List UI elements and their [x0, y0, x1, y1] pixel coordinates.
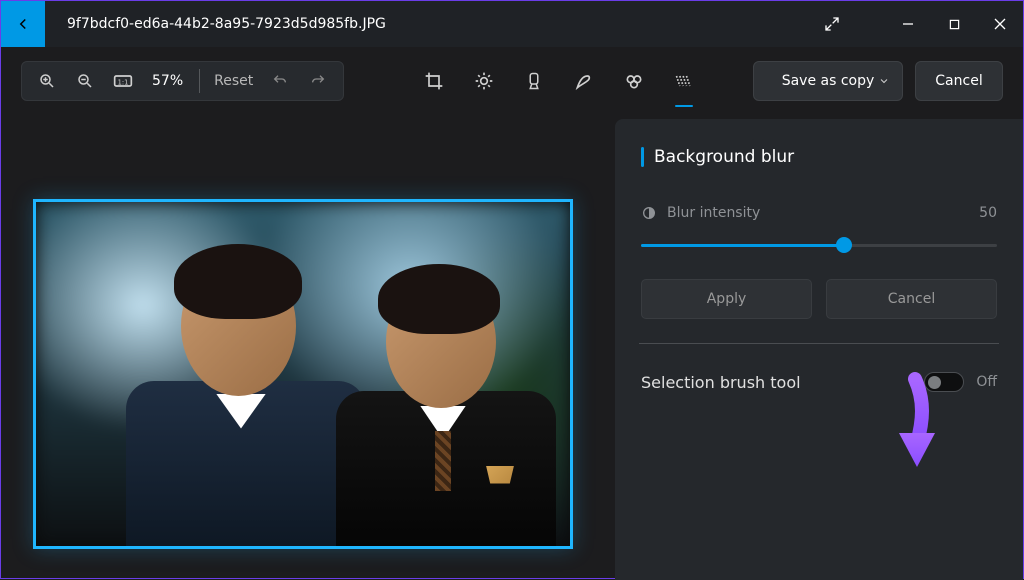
slider-thumb[interactable]: [836, 237, 852, 253]
filter-icon: [525, 71, 543, 91]
divider: [199, 69, 200, 93]
close-button[interactable]: [977, 1, 1023, 47]
background-blur-icon: [674, 71, 694, 91]
slider-fill: [641, 244, 844, 247]
file-name: 9f7bdcf0-ed6a-44b2-8a95-7923d5d985fb.JPG: [67, 16, 809, 32]
toggle-knob: [928, 376, 941, 389]
zoom-group: 1:1 57% Reset: [21, 61, 344, 101]
maximize-button[interactable]: [931, 1, 977, 47]
toolbar: 1:1 57% Reset Save as: [1, 47, 1023, 119]
cancel-button[interactable]: Cancel: [915, 61, 1003, 101]
fit-icon: 1:1: [113, 74, 133, 88]
zoom-percentage[interactable]: 57%: [142, 73, 193, 89]
blur-action-buttons: Apply Cancel: [641, 279, 997, 319]
image-subject: [126, 246, 366, 546]
retouch-icon: [624, 71, 644, 91]
adjust-tool[interactable]: [464, 61, 504, 101]
zoom-out-button[interactable]: [66, 61, 104, 101]
minimize-button[interactable]: [885, 1, 931, 47]
adjust-icon: [474, 71, 494, 91]
reset-button[interactable]: Reset: [206, 73, 261, 89]
fullscreen-button[interactable]: [809, 1, 855, 47]
canvas-area: [33, 119, 615, 580]
side-panel: Background blur Blur intensity 50 Apply …: [615, 119, 1023, 580]
main-area: Background blur Blur intensity 50 Apply …: [1, 119, 1023, 580]
save-as-copy-button[interactable]: Save as copy: [753, 61, 903, 101]
undo-button[interactable]: [261, 61, 299, 101]
zoom-in-icon: [38, 72, 56, 90]
filter-tool[interactable]: [514, 61, 554, 101]
back-button[interactable]: [1, 1, 45, 47]
toggle-state-label: Off: [976, 374, 997, 390]
maximize-icon: [949, 19, 960, 30]
apply-button[interactable]: Apply: [641, 279, 812, 319]
crop-tool[interactable]: [414, 61, 454, 101]
edit-tools: [414, 61, 704, 101]
close-icon: [994, 18, 1006, 30]
selection-brush-row: Selection brush tool Off: [641, 372, 997, 392]
image-subject: [336, 256, 566, 546]
image-canvas[interactable]: [33, 199, 573, 549]
background-blur-tool[interactable]: [664, 61, 704, 101]
expand-icon: [824, 16, 840, 32]
zoom-out-icon: [76, 72, 94, 90]
separator: [639, 343, 999, 344]
minimize-icon: [902, 18, 914, 30]
blur-small-icon: [641, 205, 657, 221]
selection-brush-label: Selection brush tool: [641, 373, 801, 392]
crop-icon: [424, 71, 444, 91]
blur-intensity-slider[interactable]: [641, 235, 997, 255]
chevron-down-icon: [878, 75, 890, 87]
retouch-tool[interactable]: [614, 61, 654, 101]
selection-brush-toggle[interactable]: [924, 372, 964, 392]
zoom-in-button[interactable]: [28, 61, 66, 101]
action-buttons: Save as copy Cancel: [753, 61, 1003, 101]
panel-title: Background blur: [654, 147, 794, 167]
redo-icon: [310, 73, 326, 89]
undo-icon: [272, 73, 288, 89]
svg-text:1:1: 1:1: [118, 78, 129, 86]
blur-intensity-value: 50: [979, 205, 997, 221]
redo-button[interactable]: [299, 61, 337, 101]
cancel-label: Cancel: [935, 73, 982, 89]
blur-intensity-label: Blur intensity: [667, 205, 760, 221]
markup-tool[interactable]: [564, 61, 604, 101]
panel-header: Background blur: [641, 147, 997, 167]
back-arrow-icon: [14, 15, 32, 33]
titlebar: 9f7bdcf0-ed6a-44b2-8a95-7923d5d985fb.JPG: [1, 1, 1023, 47]
panel-cancel-button[interactable]: Cancel: [826, 279, 997, 319]
fit-button[interactable]: 1:1: [104, 61, 142, 101]
save-label: Save as copy: [782, 73, 875, 89]
panel-accent: [641, 147, 644, 167]
blur-intensity-row: Blur intensity 50: [641, 205, 997, 221]
markup-icon: [574, 71, 594, 91]
